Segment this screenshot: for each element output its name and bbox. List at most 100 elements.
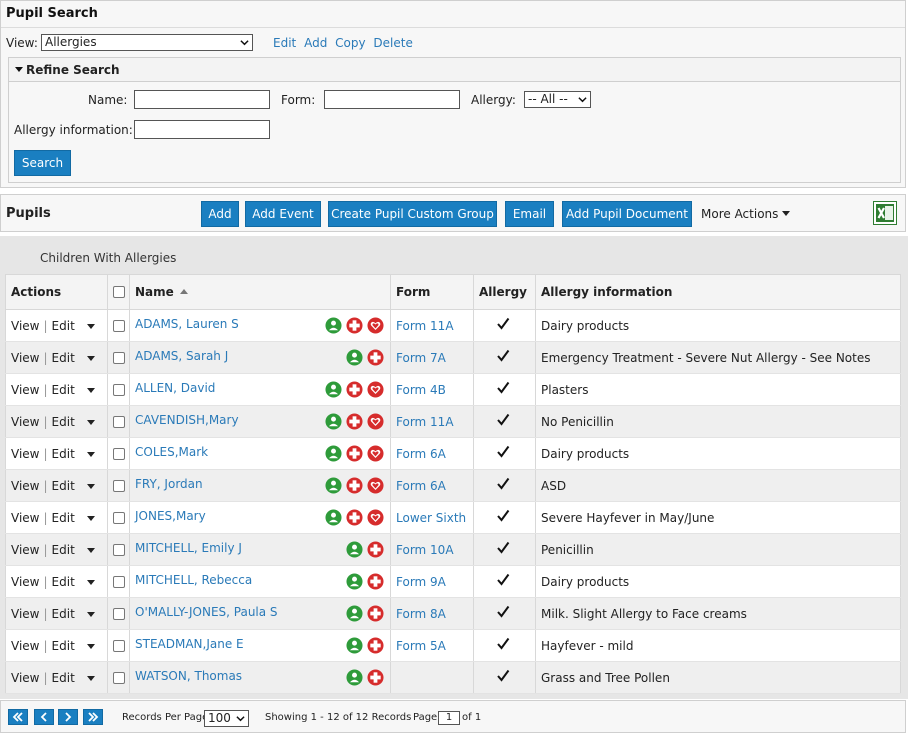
pupil-name-link[interactable]: WATSON, Thomas	[135, 669, 242, 683]
form-link[interactable]: Form 4B	[396, 383, 446, 397]
row-menu-caret-icon[interactable]	[86, 355, 95, 361]
row-checkbox[interactable]	[113, 575, 125, 588]
records-per-page-select[interactable]: 100	[204, 710, 249, 727]
add-button[interactable]: Add	[201, 201, 239, 227]
allergy-select[interactable]: -- All --	[524, 91, 591, 108]
row-menu-caret-icon[interactable]	[86, 611, 95, 617]
email-button[interactable]: Email	[505, 201, 554, 227]
view-link[interactable]: View	[11, 447, 39, 461]
edit-link[interactable]: Edit	[52, 479, 75, 493]
edit-link[interactable]: Edit	[52, 383, 75, 397]
view-select[interactable]: Allergies	[41, 34, 253, 51]
view-link[interactable]: View	[11, 383, 39, 397]
row-menu-caret-icon[interactable]	[86, 451, 95, 457]
edit-view-link[interactable]: Edit	[273, 36, 296, 50]
row-menu-caret-icon[interactable]	[86, 643, 95, 649]
row-checkbox[interactable]	[113, 543, 125, 556]
edit-link[interactable]: Edit	[52, 671, 75, 685]
edit-link[interactable]: Edit	[52, 543, 75, 557]
edit-link[interactable]: Edit	[52, 575, 75, 589]
copy-view-link[interactable]: Copy	[335, 36, 365, 50]
row-menu-caret-icon[interactable]	[86, 419, 95, 425]
previous-page-button[interactable]	[34, 709, 54, 725]
pupil-name-link[interactable]: ADAMS, Lauren S	[135, 317, 239, 331]
form-link[interactable]: Form 11A	[396, 319, 454, 333]
allergy-info-header[interactable]: Allergy information	[535, 274, 901, 310]
pupil-name-link[interactable]: O'MALLY-JONES, Paula S	[135, 605, 278, 619]
view-link[interactable]: View	[11, 575, 39, 589]
refine-search-toggle[interactable]: Refine Search	[9, 58, 900, 82]
view-link[interactable]: View	[11, 543, 39, 557]
row-menu-caret-icon[interactable]	[86, 675, 95, 681]
view-link[interactable]: View	[11, 415, 39, 429]
row-menu-caret-icon[interactable]	[86, 323, 95, 329]
view-link[interactable]: View	[11, 319, 39, 333]
create-custom-group-button[interactable]: Create Pupil Custom Group	[328, 201, 497, 227]
row-checkbox[interactable]	[113, 383, 125, 396]
form-link[interactable]: Form 7A	[396, 351, 446, 365]
row-checkbox[interactable]	[113, 351, 125, 364]
name-input[interactable]	[134, 90, 270, 109]
edit-link[interactable]: Edit	[52, 607, 75, 621]
row-menu-caret-icon[interactable]	[86, 515, 95, 521]
row-checkbox[interactable]	[113, 607, 125, 620]
pupil-name-link[interactable]: MITCHELL, Rebecca	[135, 573, 252, 587]
form-link[interactable]: Form 10A	[396, 543, 454, 557]
pupil-name-link[interactable]: ADAMS, Sarah J	[135, 349, 228, 363]
row-menu-caret-icon[interactable]	[86, 387, 95, 393]
pupil-name-link[interactable]: FRY, Jordan	[135, 477, 203, 491]
select-all-checkbox[interactable]	[113, 286, 125, 298]
view-link[interactable]: View	[11, 479, 39, 493]
add-view-link[interactable]: Add	[304, 36, 327, 50]
edit-link[interactable]: Edit	[52, 319, 75, 333]
row-menu-caret-icon[interactable]	[86, 579, 95, 585]
form-link[interactable]: Lower Sixth	[396, 511, 466, 525]
row-checkbox[interactable]	[113, 319, 125, 332]
form-header[interactable]: Form	[390, 274, 474, 310]
row-menu-caret-icon[interactable]	[86, 547, 95, 553]
edit-link[interactable]: Edit	[52, 351, 75, 365]
form-input[interactable]	[324, 90, 460, 109]
delete-view-link[interactable]: Delete	[373, 36, 412, 50]
allergy-info-input[interactable]	[134, 120, 270, 139]
view-link[interactable]: View	[11, 511, 39, 525]
name-header[interactable]: Name	[129, 274, 391, 310]
pupil-name-link[interactable]: COLES,Mark	[135, 445, 208, 459]
view-link[interactable]: View	[11, 607, 39, 621]
pupil-name-link[interactable]: JONES,Mary	[135, 509, 206, 523]
view-link[interactable]: View	[11, 639, 39, 653]
row-checkbox[interactable]	[113, 479, 125, 492]
last-page-button[interactable]	[83, 709, 103, 725]
form-link[interactable]: Form 11A	[396, 415, 454, 429]
pupil-name-link[interactable]: STEADMAN,Jane E	[135, 637, 244, 651]
form-link[interactable]: Form 6A	[396, 479, 446, 493]
search-button[interactable]: Search	[14, 150, 71, 176]
row-checkbox[interactable]	[113, 639, 125, 652]
view-link[interactable]: View	[11, 671, 39, 685]
edit-link[interactable]: Edit	[52, 511, 75, 525]
row-checkbox[interactable]	[113, 415, 125, 428]
pupil-name-link[interactable]: MITCHELL, Emily J	[135, 541, 242, 555]
form-link[interactable]: Form 8A	[396, 607, 446, 621]
more-actions-menu[interactable]: More Actions	[701, 207, 791, 221]
pupil-name-link[interactable]: ALLEN, David	[135, 381, 215, 395]
page-number-input[interactable]: 1	[438, 711, 460, 725]
edit-link[interactable]: Edit	[52, 415, 75, 429]
row-menu-caret-icon[interactable]	[86, 483, 95, 489]
add-pupil-document-button[interactable]: Add Pupil Document	[562, 201, 692, 227]
edit-link[interactable]: Edit	[52, 447, 75, 461]
add-event-button[interactable]: Add Event	[245, 201, 321, 227]
form-link[interactable]: Form 6A	[396, 447, 446, 461]
view-link[interactable]: View	[11, 351, 39, 365]
allergy-header[interactable]: Allergy	[473, 274, 536, 310]
edit-link[interactable]: Edit	[52, 639, 75, 653]
pupil-name-link[interactable]: CAVENDISH,Mary	[135, 413, 239, 427]
form-link[interactable]: Form 5A	[396, 639, 446, 653]
row-checkbox[interactable]	[113, 671, 125, 684]
row-checkbox[interactable]	[113, 511, 125, 524]
row-checkbox[interactable]	[113, 447, 125, 460]
next-page-button[interactable]	[58, 709, 78, 725]
excel-icon[interactable]	[873, 201, 897, 225]
form-link[interactable]: Form 9A	[396, 575, 446, 589]
first-page-button[interactable]	[8, 709, 28, 725]
